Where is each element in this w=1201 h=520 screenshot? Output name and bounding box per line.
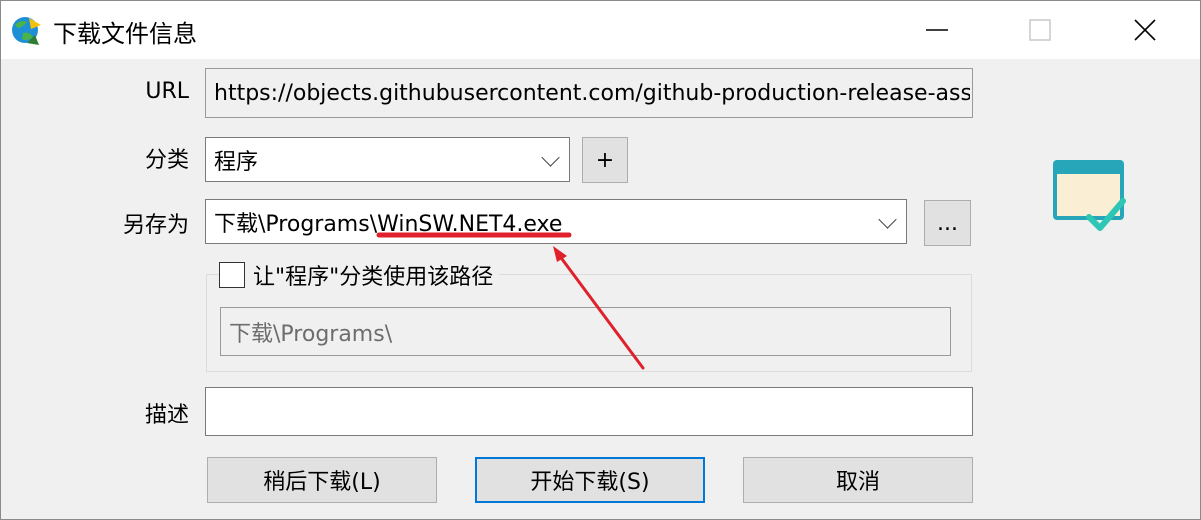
window-title: 下载文件信息 bbox=[53, 20, 197, 48]
chevron-down-icon bbox=[878, 209, 897, 229]
browse-button[interactable]: ... bbox=[924, 200, 971, 246]
cancel-button[interactable]: 取消 bbox=[743, 457, 973, 503]
url-field[interactable]: https://objects.githubusercontent.com/gi… bbox=[205, 68, 973, 118]
minimize-button[interactable] bbox=[891, 1, 983, 59]
download-file-info-dialog: 下载文件信息 URL https://objects.githubusercon… bbox=[0, 0, 1201, 520]
idm-globe-icon bbox=[12, 17, 41, 45]
window-check-icon bbox=[1053, 160, 1126, 231]
saveas-label: 另存为 bbox=[122, 213, 189, 238]
close-button[interactable] bbox=[1099, 1, 1191, 59]
category-value: 程序 bbox=[214, 149, 259, 175]
close-icon bbox=[1134, 19, 1156, 41]
title-bar: 下载文件信息 bbox=[1, 1, 1200, 59]
category-label: 分类 bbox=[144, 148, 189, 173]
category-path-value: 下载\Programs\ bbox=[229, 321, 393, 347]
download-later-button[interactable]: 稍后下载(L) bbox=[207, 457, 437, 503]
maximize-button bbox=[994, 1, 1086, 59]
maximize-icon bbox=[1029, 19, 1051, 41]
start-download-button[interactable]: 开始下载(S) bbox=[475, 457, 705, 503]
annotation-arrow bbox=[376, 232, 645, 370]
category-select[interactable]: 程序 bbox=[205, 137, 570, 182]
description-field[interactable] bbox=[205, 387, 973, 436]
minimize-icon bbox=[926, 29, 948, 31]
add-category-button[interactable]: + bbox=[582, 137, 628, 183]
url-label: URL bbox=[145, 79, 189, 104]
use-category-path-checkbox[interactable] bbox=[219, 262, 245, 288]
chevron-down-icon bbox=[541, 147, 560, 167]
description-label: 描述 bbox=[144, 403, 189, 428]
url-value: https://objects.githubusercontent.com/gi… bbox=[214, 80, 970, 106]
